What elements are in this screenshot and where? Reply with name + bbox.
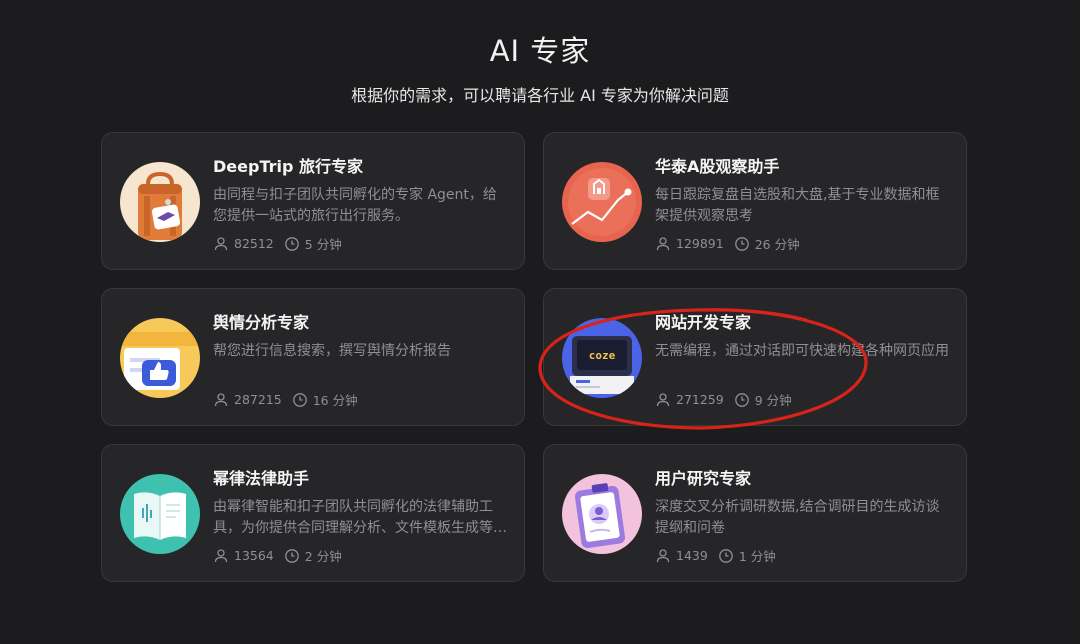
clock-icon bbox=[734, 392, 750, 408]
expert-description: 由同程与扣子团队共同孵化的专家 Agent，给您提供一站式的旅行出行服务。 bbox=[213, 187, 497, 224]
suitcase-icon bbox=[120, 162, 200, 242]
users-count: 271259 bbox=[676, 392, 724, 407]
clipboard-user-icon bbox=[562, 474, 642, 554]
stock-chart-icon bbox=[562, 162, 642, 242]
coze-computer-icon: coze bbox=[562, 318, 642, 398]
users-count: 287215 bbox=[234, 392, 282, 407]
expert-grid: DeepTrip 旅行专家 由同程与扣子团队共同孵化的专家 Agent，给您提供… bbox=[101, 132, 967, 582]
users-count: 1439 bbox=[676, 548, 708, 563]
duration: 2 分钟 bbox=[304, 549, 342, 564]
expert-title: 华泰A股观察助手 bbox=[655, 157, 780, 176]
thumbs-up-icon bbox=[120, 318, 200, 398]
expert-card-user-research[interactable]: 用户研究专家 深度交叉分析调研数据,结合调研目的生成访谈提纲和问卷 1439 1… bbox=[543, 444, 967, 582]
duration: 5 分钟 bbox=[304, 237, 342, 252]
user-icon bbox=[213, 236, 229, 252]
user-icon bbox=[655, 236, 671, 252]
users-count: 13564 bbox=[234, 548, 274, 563]
expert-title: 幂律法律助手 bbox=[213, 469, 310, 488]
clock-icon bbox=[292, 392, 308, 408]
expert-description: 帮您进行信息搜索，撰写舆情分析报告 bbox=[213, 343, 451, 359]
user-icon bbox=[213, 548, 229, 564]
expert-meta: 82512 5 分钟 bbox=[213, 234, 342, 253]
clock-icon bbox=[284, 548, 300, 564]
users-count: 129891 bbox=[676, 236, 724, 251]
expert-card-huatai[interactable]: 华泰A股观察助手 每日跟踪复盘自选股和大盘,基于专业数据和框架提供观察思考 12… bbox=[543, 132, 967, 270]
expert-meta: 287215 16 分钟 bbox=[213, 390, 358, 409]
expert-description: 由幂律智能和扣子团队共同孵化的法律辅助工具，为你提供合同理解分析、文件模板生成等… bbox=[213, 499, 507, 536]
duration: 1 分钟 bbox=[738, 549, 776, 564]
user-icon bbox=[655, 392, 671, 408]
expert-description: 无需编程，通过对话即可快速构建各种网页应用 bbox=[655, 343, 949, 359]
expert-title: DeepTrip 旅行专家 bbox=[213, 157, 363, 176]
expert-title: 舆情分析专家 bbox=[213, 313, 310, 332]
expert-meta: 1439 1 分钟 bbox=[655, 546, 776, 565]
duration: 16 分钟 bbox=[312, 393, 358, 408]
expert-meta: 271259 9 分钟 bbox=[655, 390, 792, 409]
expert-title: 网站开发专家 bbox=[655, 313, 752, 332]
expert-meta: 129891 26 分钟 bbox=[655, 234, 800, 253]
expert-title: 用户研究专家 bbox=[655, 469, 752, 488]
coze-text: coze bbox=[589, 349, 616, 362]
user-icon bbox=[213, 392, 229, 408]
expert-description: 每日跟踪复盘自选股和大盘,基于专业数据和框架提供观察思考 bbox=[655, 187, 940, 224]
law-book-icon bbox=[120, 474, 200, 554]
expert-card-web-dev[interactable]: coze 网站开发专家 无需编程，通过对话即可快速构建各种网页应用 271259… bbox=[543, 288, 967, 426]
expert-card-deeptrip[interactable]: DeepTrip 旅行专家 由同程与扣子团队共同孵化的专家 Agent，给您提供… bbox=[101, 132, 525, 270]
page-subtitle: 根据你的需求，可以聘请各行业 AI 专家为你解决问题 bbox=[351, 86, 729, 105]
user-icon bbox=[655, 548, 671, 564]
users-count: 82512 bbox=[234, 236, 274, 251]
expert-card-law[interactable]: 幂律法律助手 由幂律智能和扣子团队共同孵化的法律辅助工具，为你提供合同理解分析、… bbox=[101, 444, 525, 582]
clock-icon bbox=[284, 236, 300, 252]
expert-description: 深度交叉分析调研数据,结合调研目的生成访谈提纲和问卷 bbox=[655, 499, 940, 536]
duration: 26 分钟 bbox=[754, 237, 800, 252]
clock-icon bbox=[734, 236, 750, 252]
page-title: AI 专家 bbox=[489, 34, 591, 68]
duration: 9 分钟 bbox=[754, 393, 792, 408]
expert-card-public-opinion[interactable]: 舆情分析专家 帮您进行信息搜索，撰写舆情分析报告 287215 16 分钟 bbox=[101, 288, 525, 426]
expert-meta: 13564 2 分钟 bbox=[213, 546, 342, 565]
clock-icon bbox=[718, 548, 734, 564]
